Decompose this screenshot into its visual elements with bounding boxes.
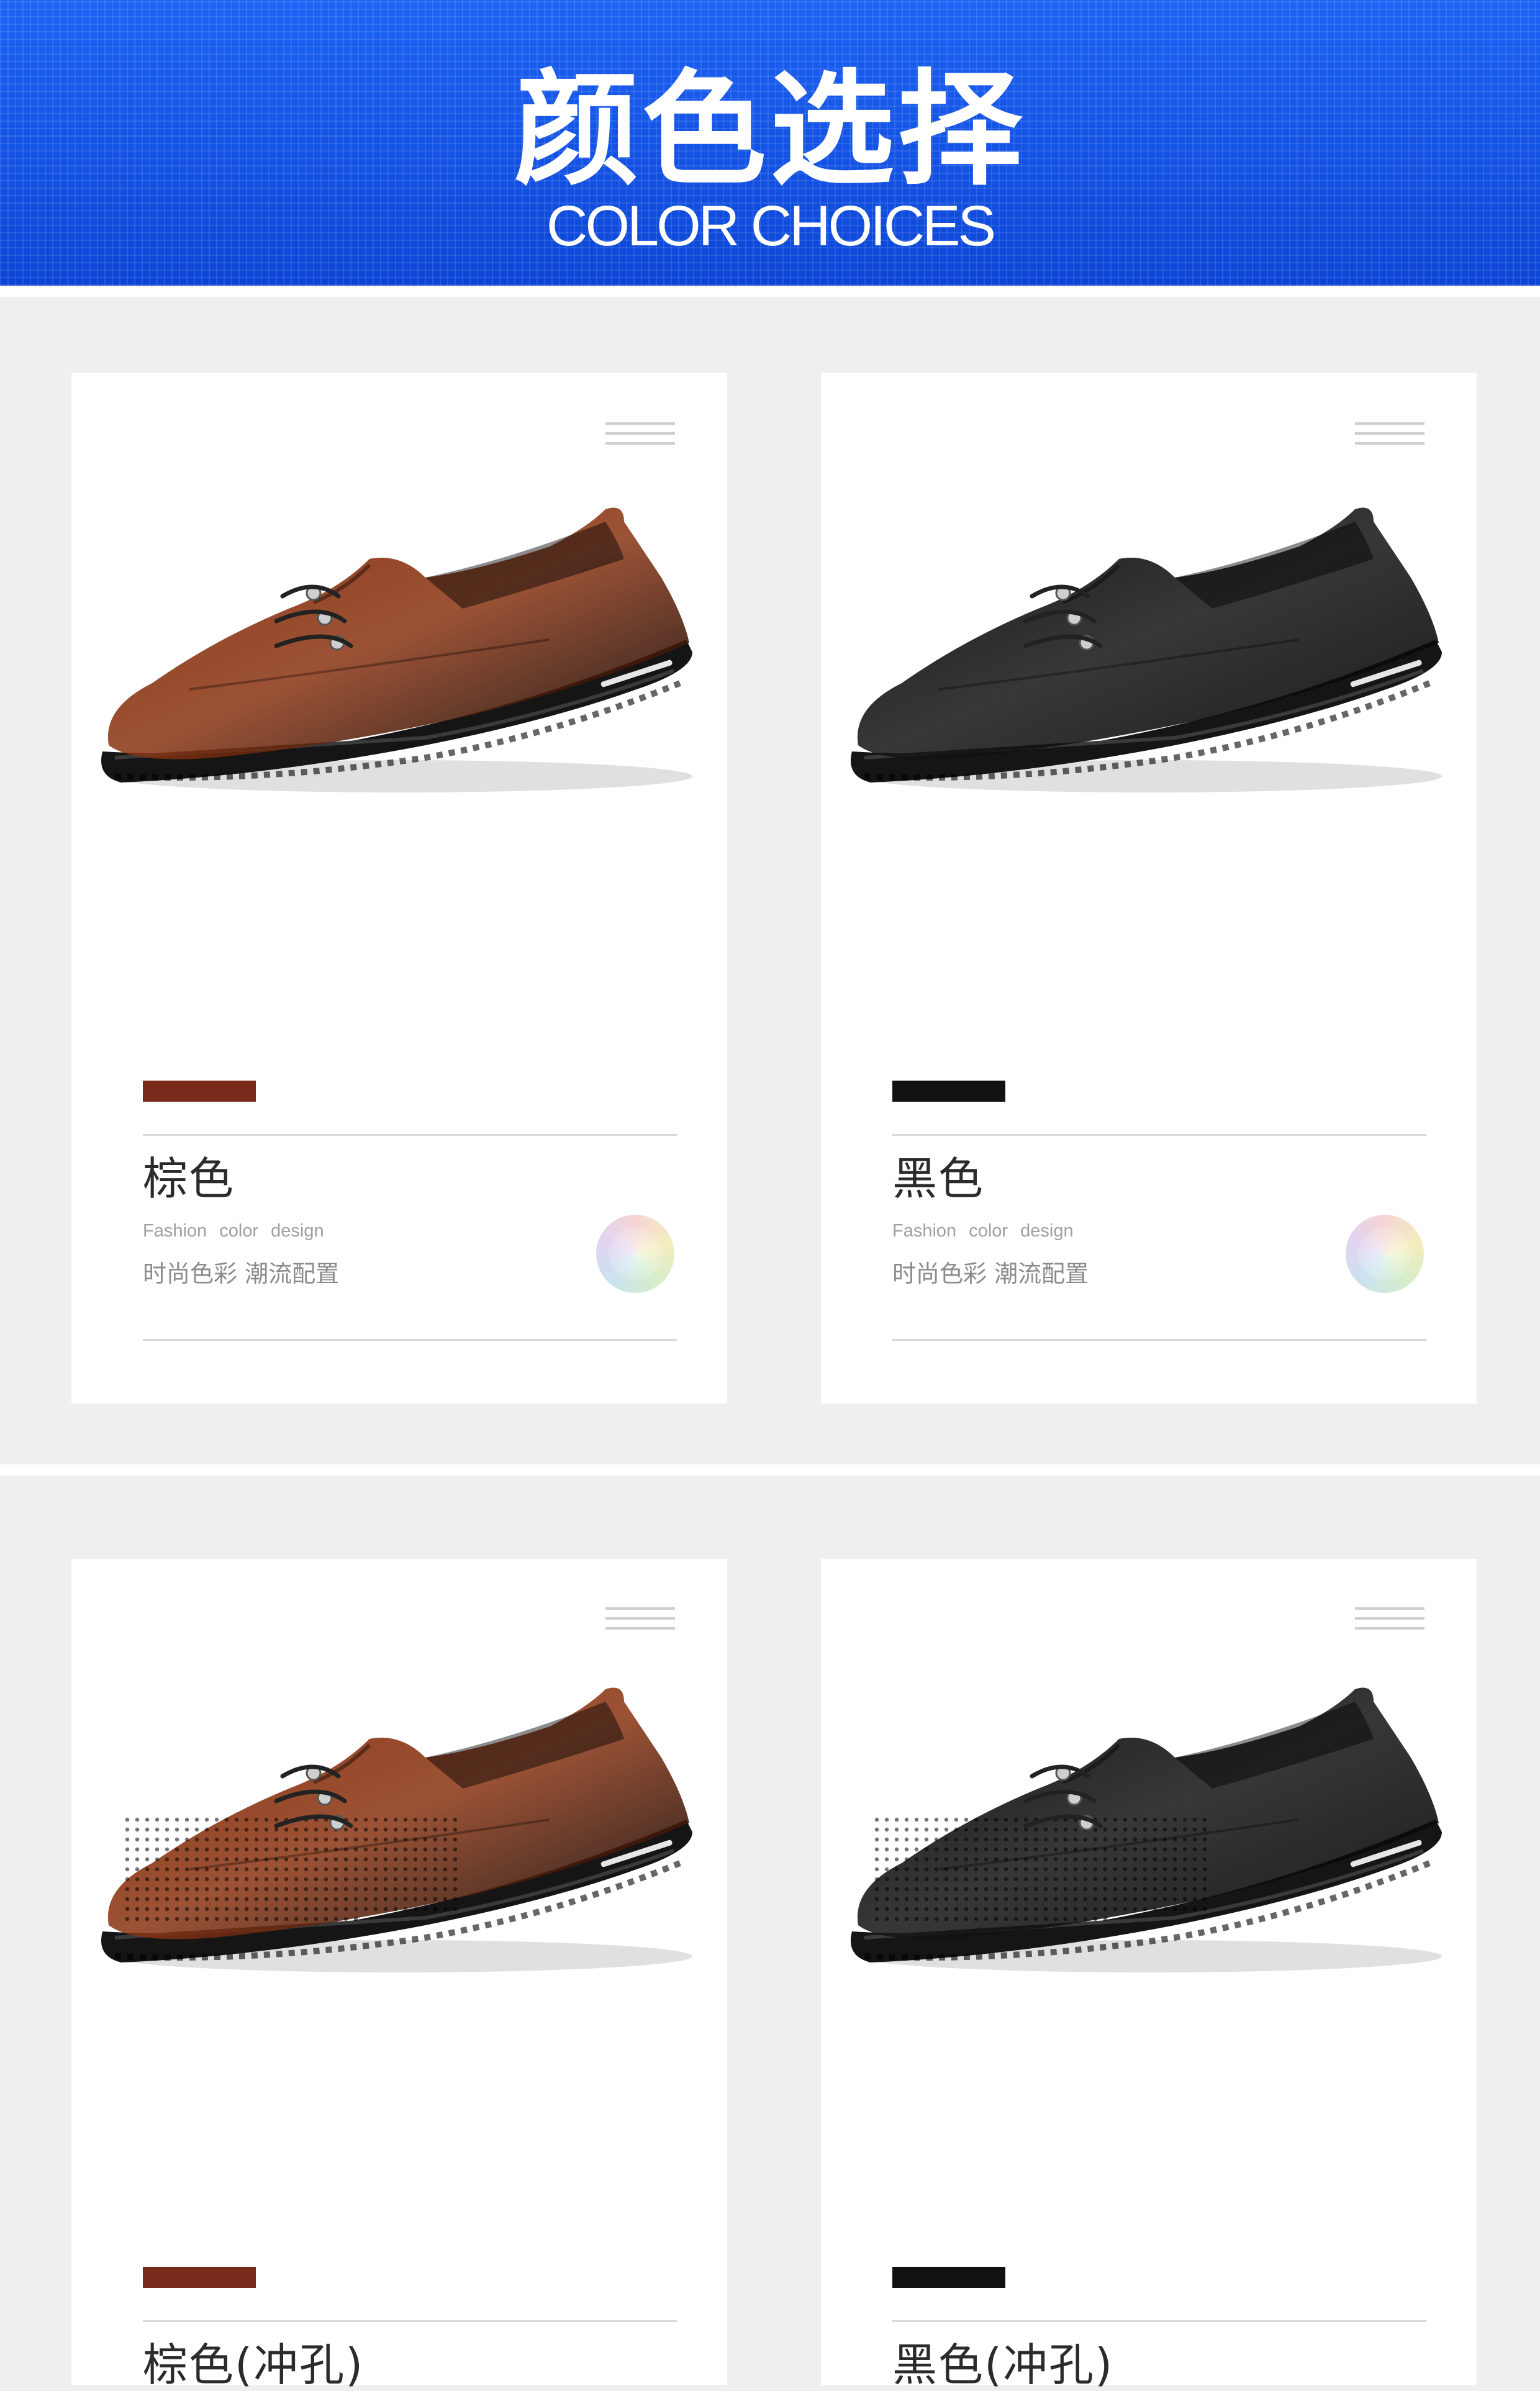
middle-divider — [0, 1464, 1540, 1476]
divider-line — [143, 1339, 677, 1341]
color-swatch — [892, 1081, 1005, 1102]
color-name: 黑色 — [892, 1153, 985, 1205]
menu-lines-icon — [1355, 422, 1424, 450]
tagline: 时尚色彩 潮流配置 — [143, 1260, 340, 1287]
color-card-black[interactable]: 黑色 Fashion color design 时尚色彩 潮流配置 — [821, 373, 1477, 1404]
color-card-black-perforated[interactable]: 黑色(冲孔) — [821, 1559, 1477, 2391]
black-perforated-shoe-image — [851, 1687, 1442, 1972]
menu-lines-icon — [1355, 1607, 1424, 1635]
divider-line — [143, 1134, 677, 1136]
color-card-brown-perforated[interactable]: 棕色(冲孔) — [71, 1559, 727, 2391]
divider-line — [892, 1339, 1426, 1341]
black-shoe-image — [851, 507, 1442, 792]
tagline: 时尚色彩 潮流配置 — [892, 1260, 1089, 1287]
fashion-caption: Fashion color design — [892, 1221, 1074, 1241]
color-name: 黑色(冲孔) — [892, 2339, 1114, 2391]
fashion-caption: Fashion color design — [143, 1221, 324, 1241]
menu-lines-icon — [605, 422, 675, 450]
color-name: 棕色 — [143, 1153, 235, 1205]
divider-line — [892, 2320, 1426, 2322]
banner-subtitle: COLOR CHOICES — [546, 194, 996, 258]
color-name: 棕色(冲孔) — [143, 2339, 365, 2391]
banner-title: 颜色选择 — [514, 58, 1026, 202]
color-wheel-icon — [596, 1215, 674, 1293]
color-swatch — [143, 1081, 256, 1102]
divider-line — [143, 2320, 677, 2322]
menu-lines-icon — [605, 1607, 675, 1635]
color-wheel-icon — [1346, 1215, 1424, 1293]
color-choices-banner: 颜色选择 COLOR CHOICES — [0, 0, 1540, 286]
color-card-brown[interactable]: 棕色 Fashion color design 时尚色彩 潮流配置 — [71, 373, 727, 1404]
brown-shoe-image — [101, 507, 692, 792]
brown-perforated-shoe-image — [101, 1687, 692, 1972]
color-swatch — [143, 2267, 256, 2288]
divider-line — [892, 1134, 1426, 1136]
top-divider — [0, 286, 1540, 297]
color-swatch — [892, 2267, 1005, 2288]
